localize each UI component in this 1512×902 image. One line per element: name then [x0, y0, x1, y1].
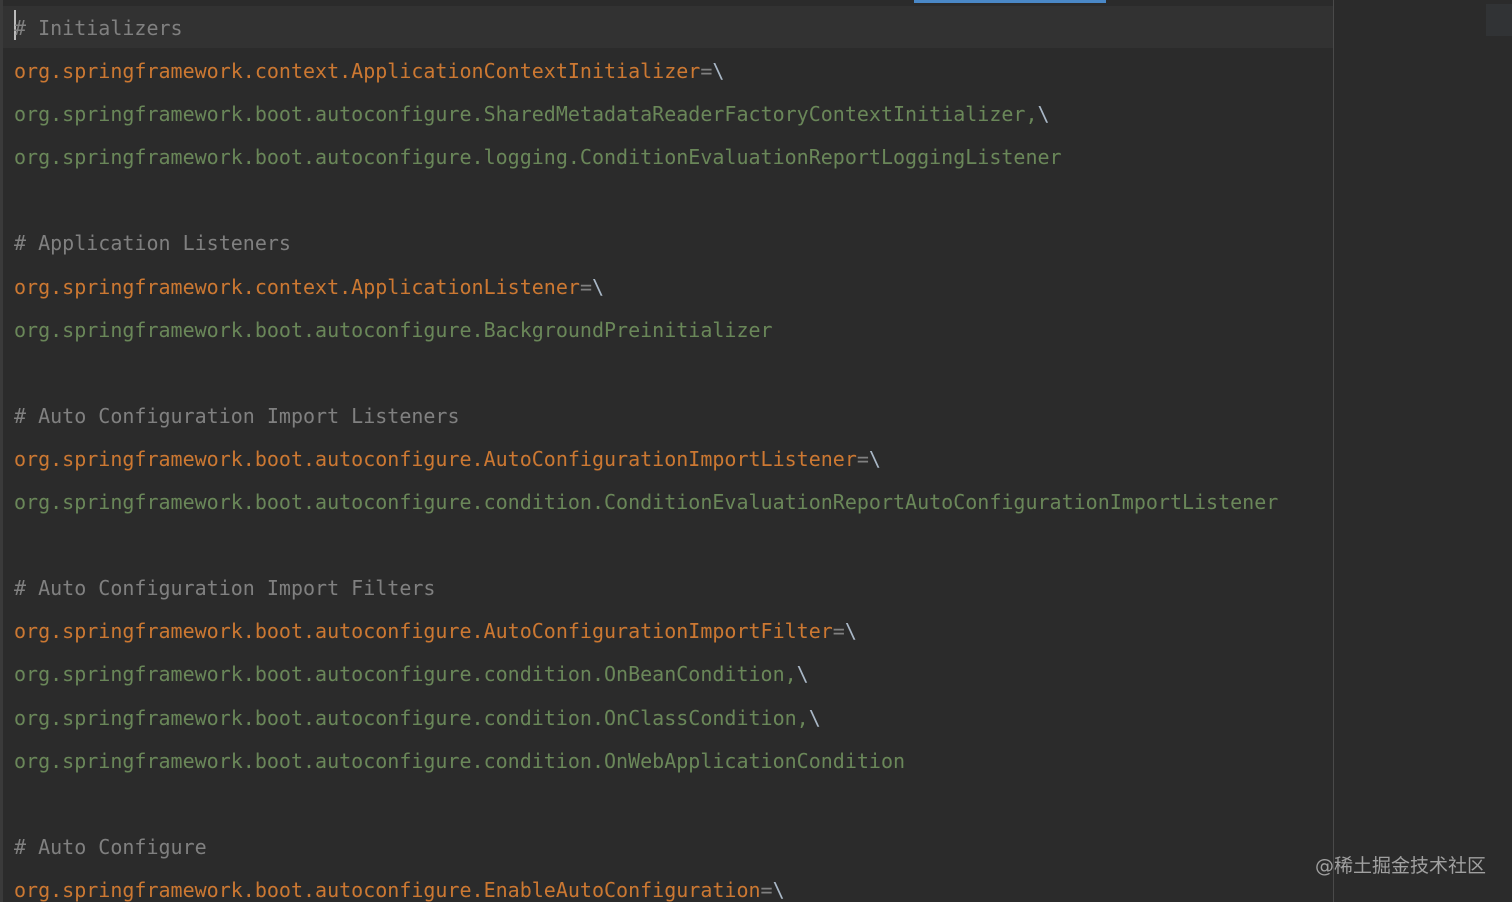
- comment-text: # Auto Configuration Import Filters: [14, 576, 436, 601]
- blank-line[interactable]: [14, 352, 1278, 395]
- editor-gutter-border: [0, 0, 3, 902]
- code-line[interactable]: org.springframework.boot.autoconfigure.c…: [14, 740, 1278, 783]
- blank-line[interactable]: [14, 524, 1278, 567]
- assignment-operator: =: [856, 446, 869, 471]
- code-line[interactable]: org.springframework.boot.autoconfigure.E…: [14, 869, 1278, 902]
- code-line[interactable]: org.springframework.context.ApplicationL…: [14, 266, 1278, 309]
- property-key: org.springframework.context.ApplicationL…: [14, 274, 580, 299]
- comment-text: # Initializers: [14, 16, 183, 40]
- property-key: org.springframework.boot.autoconfigure.E…: [14, 877, 761, 902]
- code-line[interactable]: org.springframework.boot.autoconfigure.l…: [14, 136, 1278, 179]
- line-continuation: \: [796, 662, 809, 687]
- code-line[interactable]: # Application Listeners: [14, 222, 1278, 265]
- assignment-operator: =: [832, 619, 845, 644]
- blank-line[interactable]: [14, 783, 1278, 826]
- blank-line[interactable]: [14, 179, 1278, 222]
- code-line[interactable]: org.springframework.boot.autoconfigure.S…: [14, 93, 1278, 136]
- property-key: org.springframework.boot.autoconfigure.A…: [14, 446, 857, 471]
- property-value: org.springframework.boot.autoconfigure.c…: [14, 662, 797, 687]
- assignment-operator: =: [700, 59, 713, 84]
- line-continuation: \: [712, 59, 725, 84]
- code-line[interactable]: # Auto Configuration Import Filters: [14, 567, 1278, 610]
- code-line[interactable]: org.springframework.boot.autoconfigure.c…: [14, 653, 1278, 696]
- property-value: org.springframework.boot.autoconfigure.c…: [14, 490, 1279, 515]
- code-line[interactable]: org.springframework.boot.autoconfigure.A…: [14, 610, 1278, 653]
- line-continuation: \: [808, 705, 821, 730]
- line-continuation: \: [1037, 102, 1050, 127]
- right-margin-guide: [1333, 0, 1334, 902]
- code-line[interactable]: org.springframework.boot.autoconfigure.B…: [14, 309, 1278, 352]
- code-line[interactable]: org.springframework.boot.autoconfigure.A…: [14, 438, 1278, 481]
- property-value: org.springframework.boot.autoconfigure.c…: [14, 748, 906, 773]
- line-continuation: \: [868, 446, 881, 471]
- code-line[interactable]: org.springframework.context.ApplicationC…: [14, 50, 1278, 93]
- code-line[interactable]: org.springframework.boot.autoconfigure.c…: [14, 481, 1278, 524]
- line-continuation: \: [772, 877, 785, 902]
- line-continuation: \: [844, 619, 857, 644]
- code-line[interactable]: # Initializers: [14, 7, 1278, 50]
- code-line[interactable]: # Auto Configuration Import Listeners: [14, 395, 1278, 438]
- property-value: org.springframework.boot.autoconfigure.B…: [14, 317, 773, 342]
- code-lines: # Initializers org.springframework.contex…: [14, 7, 1278, 902]
- line-continuation: \: [591, 274, 605, 299]
- comment-text: # Auto Configuration Import Listeners: [14, 403, 460, 428]
- code-editor[interactable]: # Initializers org.springframework.contex…: [0, 0, 1512, 902]
- code-line[interactable]: # Auto Configure: [14, 826, 1278, 869]
- comment-text: # Auto Configure: [14, 834, 207, 859]
- property-key: org.springframework.boot.autoconfigure.A…: [14, 619, 833, 644]
- property-value: org.springframework.boot.autoconfigure.S…: [14, 102, 1038, 127]
- watermark-label: @稀土掘金技术社区: [1314, 855, 1486, 877]
- assignment-operator: =: [579, 274, 592, 299]
- assignment-operator: =: [760, 877, 773, 902]
- scrollbar-thumb[interactable]: [1486, 4, 1512, 36]
- property-value: org.springframework.boot.autoconfigure.l…: [14, 145, 1062, 170]
- property-value: org.springframework.boot.autoconfigure.c…: [14, 705, 809, 730]
- progress-indicator: [914, 0, 1106, 3]
- code-line[interactable]: org.springframework.boot.autoconfigure.c…: [14, 697, 1278, 740]
- comment-text: # Application Listeners: [14, 231, 291, 256]
- property-key: org.springframework.context.ApplicationC…: [14, 59, 701, 84]
